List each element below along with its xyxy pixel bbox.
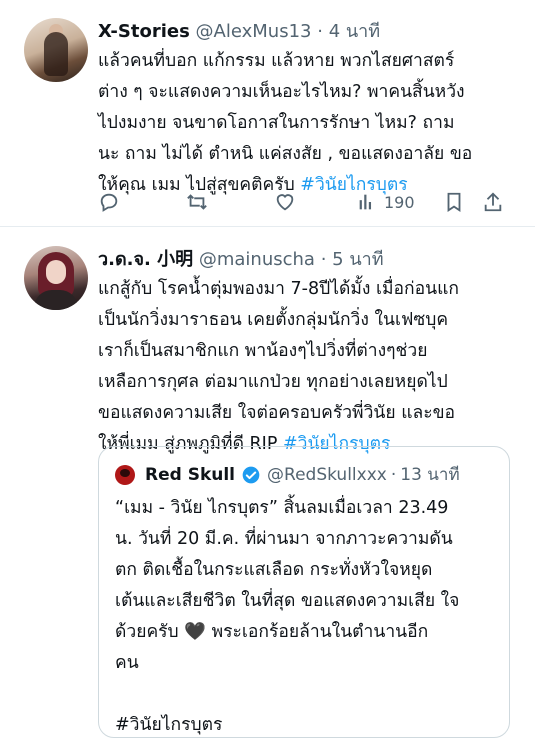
tweet-text-line: น. วันที่ 20 มี.ค. ที่ผ่านมา จากภาวะความ… [115, 529, 453, 549]
quoted-tweet[interactable]: Red Skull @RedSkullxxx · 13 นาที “เมม - … [98, 446, 510, 738]
tweet-text-line: แล้วคนที่บอก แก้กรรม แล้วหาย พวกไสยศาสตร… [98, 51, 455, 71]
tweet-text-line: เต้นและเสียชีวิต ในที่สุด ขอแสดงความเสีย… [115, 591, 460, 611]
tweet-header: ว.ด.จ. 小明 @mainuscha · 5 นาที [98, 244, 384, 273]
timestamp[interactable]: 13 นาที [400, 461, 459, 488]
author-handle[interactable]: @AlexMus13 [196, 21, 312, 42]
tweet-header: X-Stories @AlexMus13 · 4 นาที [98, 16, 380, 45]
tweet-text-line: ด้วยครับ 🖤 พระเอกร้อยล้านในตำนานอีก [115, 622, 429, 642]
avatar[interactable] [24, 246, 88, 310]
tweet-text-line: ขอแสดงความเสีย ใจต่อครอบครัวพี่วินัย และ… [98, 403, 456, 423]
author-handle[interactable]: @mainuscha [199, 249, 315, 270]
tweet-text-line: ไปงมงาย จนขาดโอกาสในการรักษา ไหม? ถาม [98, 113, 455, 133]
like-button[interactable] [274, 188, 296, 216]
tweet-actions: 190 [98, 188, 518, 216]
reply-button[interactable] [98, 188, 120, 216]
tweet-text-line: #วินัยไกรบุตร [115, 715, 223, 735]
separator: · [320, 249, 327, 270]
author-name[interactable]: Red Skull [145, 465, 235, 485]
retweet-icon [187, 194, 207, 210]
tweet-text-line: “เมม - วินัย ไกรบุตร” สิ้นลมเมื่อเวลา 23… [115, 498, 449, 518]
views-icon [359, 194, 372, 210]
tweet-text-line: แกสู้กับ โรคน้ำตุ่มพองมา 7-8ปีได้มั้ง เม… [98, 279, 460, 299]
verified-badge-icon [242, 466, 260, 483]
separator: · [317, 21, 323, 42]
like-icon [276, 194, 294, 211]
views-count: 190 [384, 192, 415, 212]
tweet-text-line: เหลือการกุศล ต่อมาแกป่วย ทุกอย่างเลยหยุด… [98, 372, 448, 392]
tweet-text: แกสู้กับ โรคน้ำตุ่มพองมา 7-8ปีได้มั้ง เม… [98, 274, 518, 460]
share-icon [484, 192, 502, 212]
separator: · [390, 464, 397, 485]
quoted-tweet-text: “เมม - วินัย ไกรบุตร” สิ้นลมเมื่อเวลา 23… [115, 493, 495, 737]
tweet-text-line: คน [115, 653, 139, 673]
tweet-text-line: นะ ถาม ไม่ได้ ตำหนิ แค่สงสัย , ขอแสดงอาล… [98, 144, 473, 164]
author-name[interactable]: X-Stories [98, 21, 190, 42]
tweet-text: แล้วคนที่บอก แก้กรรม แล้วหาย พวกไสยศาสตร… [98, 46, 518, 201]
reply-icon [100, 193, 118, 212]
tweet-text-line: ต่าง ๆ จะแสดงความเห็นอะไรไหม? พาคนสิ้นหว… [98, 82, 465, 102]
author-name[interactable]: ว.ด.จ. 小明 [98, 249, 193, 270]
tweet[interactable]: ว.ด.จ. 小明 @mainuscha · 5 นาที แกสู้กับ โ… [0, 226, 535, 738]
timestamp[interactable]: 5 นาที [332, 249, 383, 270]
quoted-tweet-header: Red Skull @RedSkullxxx · 13 นาที [115, 461, 460, 488]
tweet-text-line: เราก็เป็นสมาชิกแก พาน้องๆไปวิ่งที่ต่างๆช… [98, 341, 428, 361]
avatar[interactable] [115, 464, 135, 485]
bookmark-icon [447, 192, 461, 212]
retweet-button[interactable] [186, 188, 208, 216]
views-button[interactable]: 190 [356, 188, 415, 216]
tweet-text-line: ตก ติดเชื้อในกระแสเลือด กระทั่งหัวใจหยุด [115, 560, 433, 580]
tweet-text-line: เป็นนักวิ่งมาราธอน เคยตั้งกลุ่มนักวิ่ง ใ… [98, 310, 449, 330]
bookmark-button[interactable] [443, 188, 465, 216]
author-handle[interactable]: @RedSkullxxx [267, 465, 387, 485]
share-button[interactable] [482, 188, 504, 216]
tweet[interactable]: X-Stories @AlexMus13 · 4 นาที แล้วคนที่บ… [0, 0, 535, 226]
avatar[interactable] [24, 18, 88, 82]
timestamp[interactable]: 4 นาที [329, 21, 380, 42]
